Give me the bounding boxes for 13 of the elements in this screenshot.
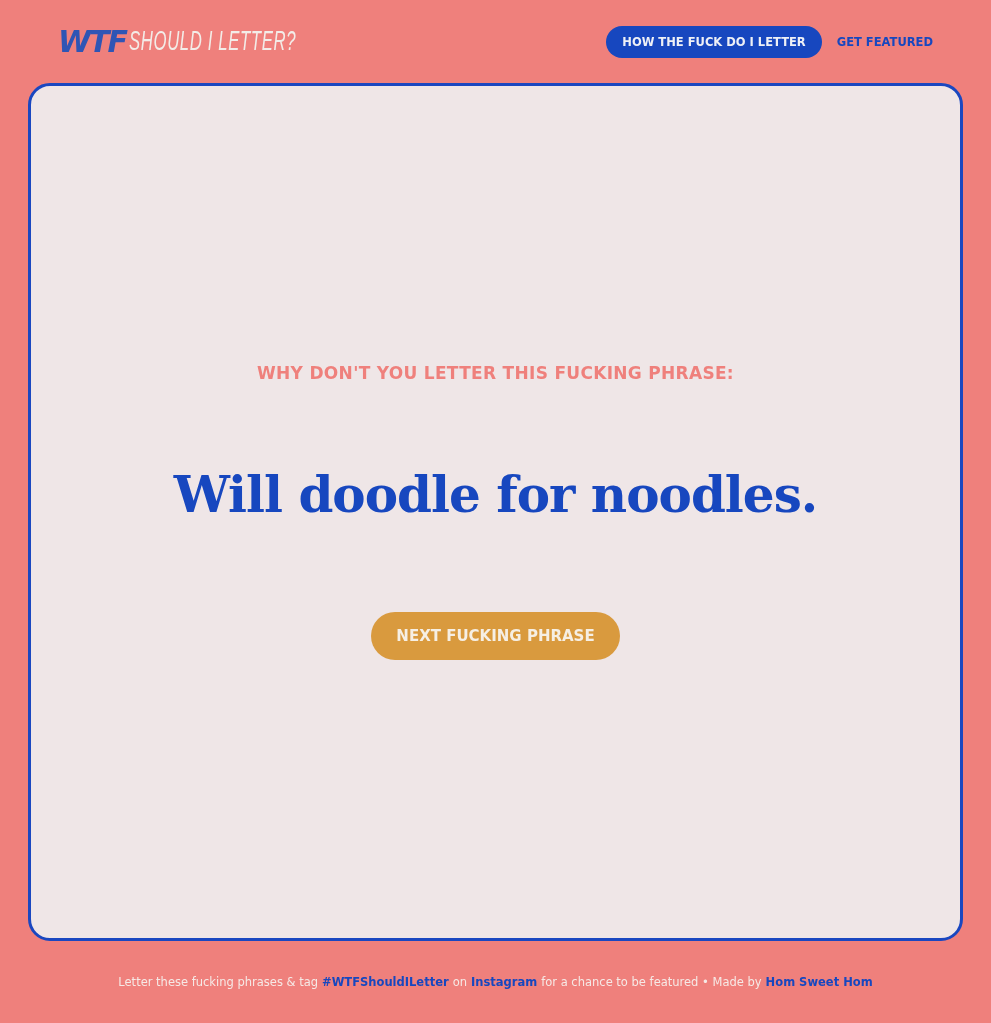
footer-link[interactable]: #WTFShouldILetter	[322, 975, 449, 989]
footer-link[interactable]: Instagram	[470, 975, 538, 989]
footer-text: on	[452, 975, 467, 989]
nav-button[interactable]: HOW THE FUCK DO I LETTER	[606, 25, 822, 58]
phrase-text: Will doodle for noodles.	[173, 465, 818, 524]
next-phrase-button[interactable]: NEXT FUCKING PHRASE	[371, 612, 620, 660]
footer-link[interactable]: Hom Sweet Hom	[765, 975, 873, 989]
logo-mark[interactable]: WTF	[58, 24, 127, 59]
kicker-text: WHY DON'T YOU LETTER THIS FUCKING PHRASE:	[257, 363, 734, 383]
logo-tagline[interactable]: SHOULD I LETTER?	[129, 26, 297, 57]
footer-text: for a chance to be featured • Made by	[541, 975, 762, 989]
footer-text: Letter these fucking phrases & tag	[118, 975, 318, 989]
nav-link[interactable]: GET FEATURED	[836, 34, 933, 49]
